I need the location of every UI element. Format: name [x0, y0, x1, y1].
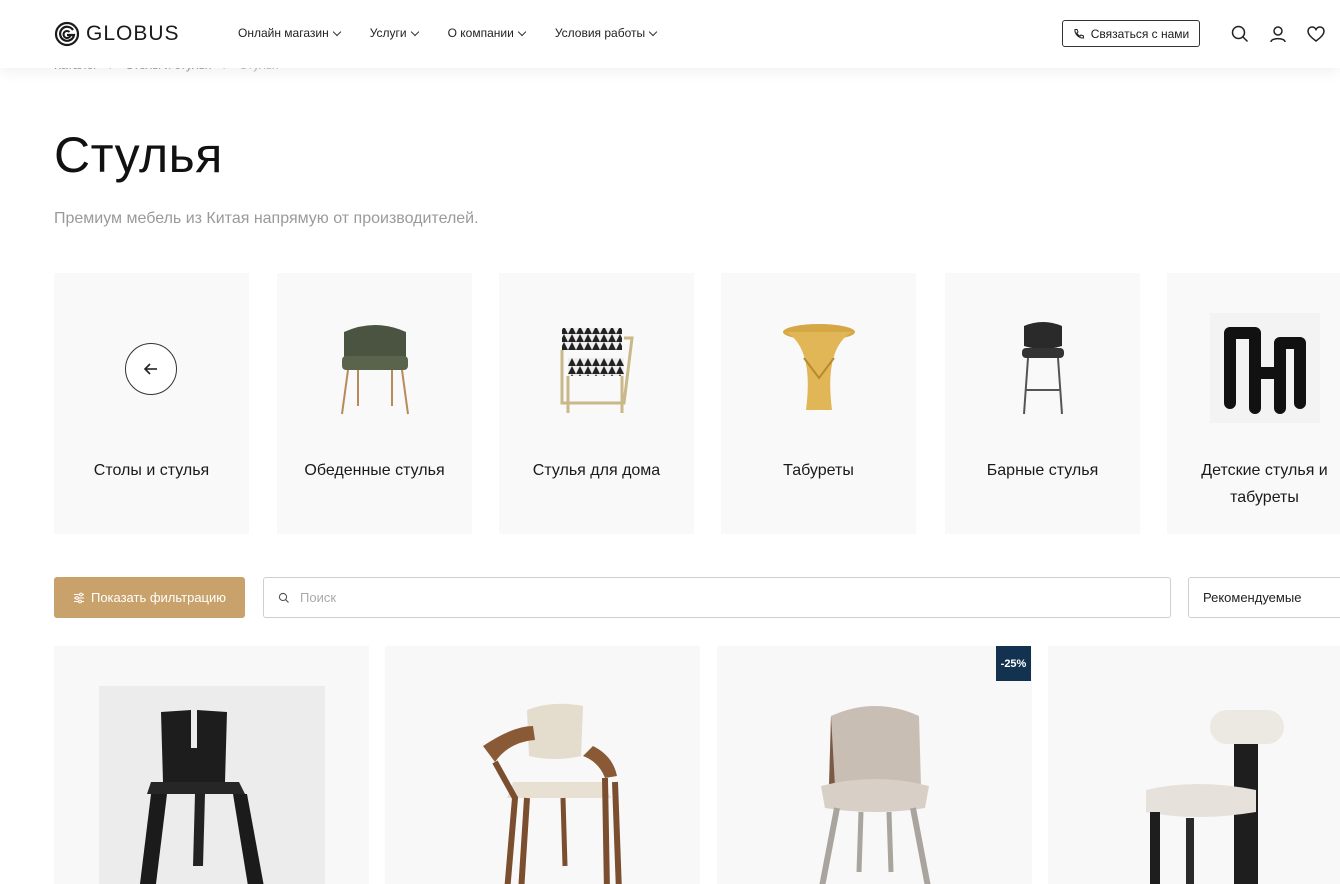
nav-terms[interactable]: Условия работы — [554, 26, 658, 40]
search-field[interactable] — [263, 577, 1171, 618]
nav-services[interactable]: Услуги — [369, 26, 419, 40]
chevron-down-icon — [648, 27, 658, 36]
category-label: Обеденные стулья — [304, 462, 445, 479]
phone-icon — [1074, 28, 1084, 39]
home-chair-image — [542, 313, 652, 423]
sort-select[interactable]: Рекомендуемые — [1188, 577, 1340, 618]
logo-text: GLOBUS — [86, 22, 180, 45]
product-image-wooden-armchair — [385, 686, 700, 884]
page-subtitle: Премиум мебель из Китая напрямую от прои… — [54, 210, 479, 227]
category-label: Столы и стулья — [93, 462, 210, 479]
category-card-stools[interactable]: Табуреты — [721, 273, 916, 534]
page-title: Стулья — [54, 127, 223, 183]
main-nav: Онлайн магазин Услуги О компании Условия… — [238, 26, 686, 40]
nav-label: Условия работы — [554, 26, 646, 40]
product-image-cushion-back-chair — [1048, 686, 1340, 884]
kids-chair-image — [1209, 313, 1320, 423]
nav-online-shop[interactable]: Онлайн магазин — [238, 26, 341, 40]
category-card-tables-chairs[interactable]: Столы и стулья — [54, 273, 249, 534]
chevron-down-icon — [410, 27, 419, 36]
category-label: Табуреты — [783, 462, 854, 479]
stool-image — [764, 313, 874, 423]
contact-label: Связаться с нами — [1090, 26, 1190, 41]
bar-stool-image — [988, 313, 1098, 423]
product-card[interactable] — [54, 646, 369, 884]
search-icon — [278, 592, 289, 603]
discount-badge: -25% — [996, 646, 1031, 681]
category-label: Детские стулья и табуреты — [1201, 462, 1328, 506]
chevron-down-icon — [332, 27, 341, 36]
category-card-dining-chairs[interactable]: Обеденные стулья — [277, 273, 472, 534]
sort-selected-value: Рекомендуемые — [1203, 590, 1302, 605]
search-icon[interactable] — [1230, 24, 1250, 44]
category-card-home-chairs[interactable]: Стулья для дома — [499, 273, 694, 534]
logo-mark-icon — [54, 21, 80, 47]
user-icon[interactable] — [1268, 24, 1288, 44]
back-button[interactable] — [125, 343, 177, 395]
category-label: Барные стулья — [986, 462, 1099, 479]
logo[interactable]: GLOBUS — [54, 21, 180, 47]
show-filters-button[interactable]: Показать фильтрацию — [54, 577, 245, 618]
site-header: GLOBUS Онлайн магазин Услуги О компании … — [0, 0, 1340, 68]
nav-label: О компании — [447, 26, 514, 40]
contact-button[interactable]: Связаться с нами — [1062, 20, 1200, 47]
category-label: Стулья для дома — [532, 462, 661, 479]
arrow-left-icon — [143, 363, 157, 375]
heart-icon[interactable] — [1306, 24, 1326, 44]
search-input[interactable] — [300, 590, 1100, 605]
product-image-upholstered-chair — [717, 686, 1032, 884]
product-card[interactable] — [385, 646, 700, 884]
product-image-black-chair — [54, 686, 369, 884]
category-card-bar-stools[interactable]: Барные стулья — [945, 273, 1140, 534]
nav-label: Онлайн магазин — [238, 26, 329, 40]
nav-label: Услуги — [369, 26, 407, 40]
nav-about[interactable]: О компании — [447, 26, 527, 40]
chevron-down-icon — [517, 27, 527, 36]
product-card[interactable] — [717, 646, 1032, 884]
product-card[interactable] — [1048, 646, 1340, 884]
filter-sliders-icon — [73, 592, 84, 603]
dining-chair-image — [320, 313, 430, 423]
category-card-kids-chairs[interactable]: Детские стулья и табуреты — [1167, 273, 1340, 534]
filter-button-label: Показать фильтрацию — [90, 590, 227, 605]
page: Каталог / Столы и стулья / Стулья GLOBUS… — [0, 0, 1340, 884]
